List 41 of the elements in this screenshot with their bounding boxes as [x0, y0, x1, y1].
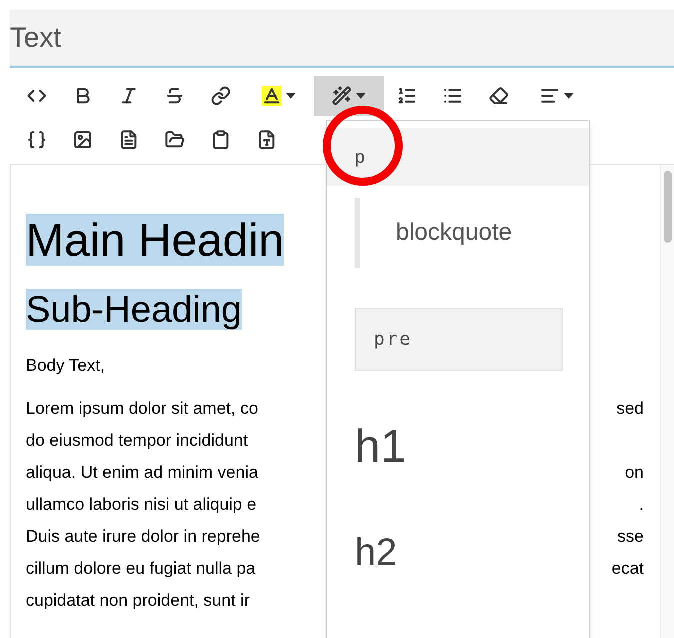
caret-icon — [356, 93, 366, 99]
strikethrough-icon — [165, 86, 185, 106]
numbered-list-icon — [397, 86, 417, 106]
folder-icon — [165, 130, 185, 150]
clipboard-icon — [211, 130, 231, 150]
scrollbar-thumb[interactable] — [664, 171, 672, 243]
paragraph-line: ullamco laboris nisi ut aliquip e — [26, 494, 257, 516]
paragraph-line: cupidatat non proident, sunt ir — [26, 590, 250, 612]
align-icon — [540, 86, 560, 106]
caret-icon — [286, 93, 296, 99]
caret-icon — [564, 93, 574, 99]
format-option[interactable]: blockquote — [355, 198, 589, 268]
italic-icon — [119, 86, 139, 106]
paragraph-line: on — [625, 462, 644, 484]
paragraph-line: do eiusmod tempor incididunt — [26, 430, 248, 452]
paragraph-line: sed — [616, 398, 644, 420]
format-option[interactable]: pre — [355, 308, 563, 371]
paragraph-line: Duis aute irure dolor in reprehe — [26, 526, 260, 548]
paragraph-line: aliqua. Ut enim ad minim venia — [26, 462, 258, 484]
main-heading: Main Headin — [26, 214, 284, 266]
panel-title: Text — [10, 21, 62, 55]
magic-wand-icon — [332, 86, 352, 106]
scrollbar[interactable] — [660, 165, 674, 638]
paragraph-line: Lorem ipsum dolor sit amet, co — [26, 398, 258, 420]
format-option[interactable]: p — [327, 128, 589, 186]
link-icon — [211, 86, 231, 106]
highlight-letter-icon — [262, 86, 282, 106]
braces-icon — [27, 130, 47, 150]
word-file-icon — [257, 130, 277, 150]
paragraph-line: sse — [618, 526, 644, 548]
format-option[interactable]: h1 — [355, 412, 406, 480]
bullet-list-icon — [443, 86, 463, 106]
sub-heading: Sub-Heading — [26, 289, 242, 330]
document-icon — [119, 130, 139, 150]
format-option[interactable]: h2 — [355, 524, 398, 582]
paragraph-line: ecat — [612, 558, 644, 580]
body-text: Body Text, — [26, 355, 106, 377]
paragraph-line: cillum dolore eu fugiat nulla pa — [26, 558, 256, 580]
eraser-icon — [489, 86, 509, 106]
paragraph-line: . — [639, 494, 644, 516]
image-icon — [73, 130, 93, 150]
